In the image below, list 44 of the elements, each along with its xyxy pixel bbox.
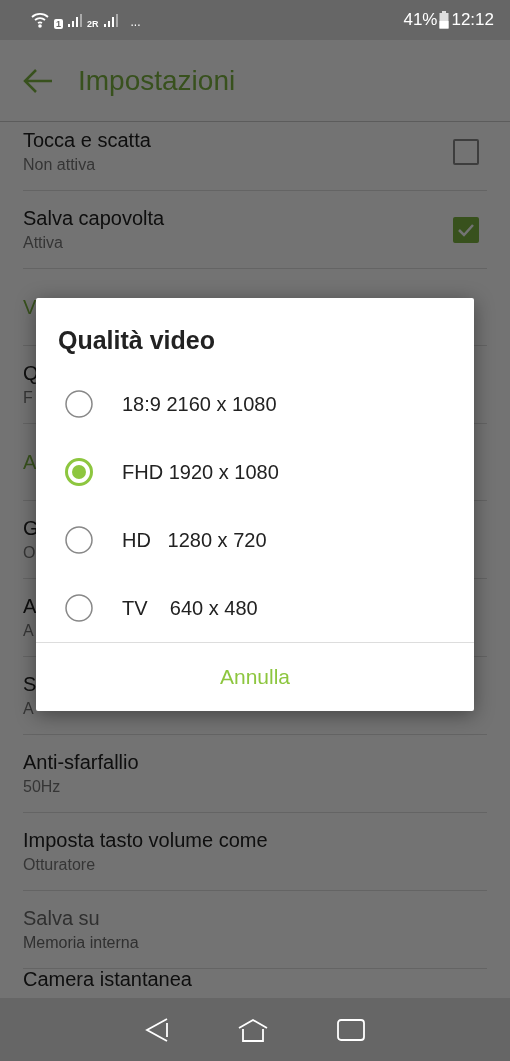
- wifi-icon: [30, 11, 50, 29]
- setting-value: Otturatore: [23, 856, 96, 874]
- back-icon[interactable]: [144, 1016, 169, 1043]
- setting-title: Tocca e scatta: [23, 129, 151, 152]
- setting-title: Imposta tasto volume come: [23, 829, 268, 852]
- setting-value: Attiva: [23, 234, 63, 252]
- option-label[interactable]: FHD 1920 x 1080: [122, 460, 279, 484]
- battery-icon: [439, 11, 450, 29]
- sim-badge: 1: [54, 19, 63, 29]
- setting-value: 50Hz: [23, 778, 61, 796]
- checkbox[interactable]: [453, 138, 479, 165]
- setting-title: S: [23, 673, 37, 696]
- setting-value: Memoria interna: [23, 934, 139, 952]
- option-label[interactable]: 18:9 2160 x 1080: [122, 392, 277, 416]
- radio-button[interactable]: [64, 593, 94, 623]
- clock: 12:12: [451, 10, 494, 30]
- option-label[interactable]: HD 1280 x 720: [122, 528, 267, 552]
- setting-title: Camera istantanea: [23, 969, 192, 989]
- back-arrow-icon[interactable]: [22, 67, 54, 94]
- signal-icon: [67, 12, 83, 28]
- home-icon[interactable]: [238, 1017, 268, 1042]
- radio-button[interactable]: [64, 389, 94, 419]
- setting-value: A: [23, 700, 34, 718]
- option-label[interactable]: TV 640 x 480: [122, 596, 258, 620]
- setting-title: A: [23, 595, 37, 618]
- battery-percent: 41%: [403, 10, 438, 30]
- setting-title: Anti-sfarfallio: [23, 751, 139, 774]
- recent-apps-icon[interactable]: [337, 1018, 366, 1041]
- dialog-title: Qualità video: [57, 325, 216, 356]
- setting-value: A: [23, 622, 34, 640]
- setting-value: F: [23, 389, 33, 407]
- checkbox[interactable]: [453, 216, 479, 243]
- section-header: A: [23, 450, 37, 474]
- radio-button[interactable]: [64, 457, 94, 487]
- screen-title: Impostazioni: [78, 64, 236, 97]
- radio-button[interactable]: [64, 525, 94, 555]
- signal-icon: [102, 12, 119, 28]
- section-header: V: [23, 295, 37, 319]
- more-notifications: ...: [130, 15, 141, 29]
- setting-title: Salva su: [23, 907, 100, 930]
- setting-value: Non attiva: [23, 156, 96, 174]
- setting-title: Salva capovolta: [23, 207, 165, 230]
- setting-value: O: [23, 544, 36, 562]
- sim-label: 2R: [87, 19, 99, 29]
